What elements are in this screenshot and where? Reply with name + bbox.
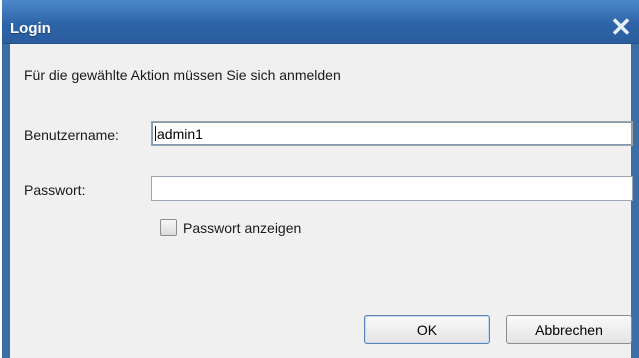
username-field[interactable]: admin1 [151, 121, 633, 146]
show-password-label[interactable]: Passwort anzeigen [183, 220, 301, 236]
login-prompt: Für die gewählte Aktion müssen Sie sich … [24, 67, 341, 83]
close-icon[interactable]: ✕ [609, 14, 633, 40]
ok-button[interactable]: OK [364, 315, 490, 344]
text-caret [155, 126, 156, 141]
cancel-button[interactable]: Abbrechen [506, 315, 632, 344]
username-label: Benutzername: [24, 127, 119, 143]
show-password-checkbox[interactable] [160, 219, 177, 236]
window-title: Login [10, 20, 51, 37]
password-field[interactable] [151, 176, 633, 201]
password-label: Passwort: [24, 182, 86, 198]
title-bar[interactable]: Login ✕ [2, 0, 639, 44]
username-value: admin1 [157, 126, 203, 142]
